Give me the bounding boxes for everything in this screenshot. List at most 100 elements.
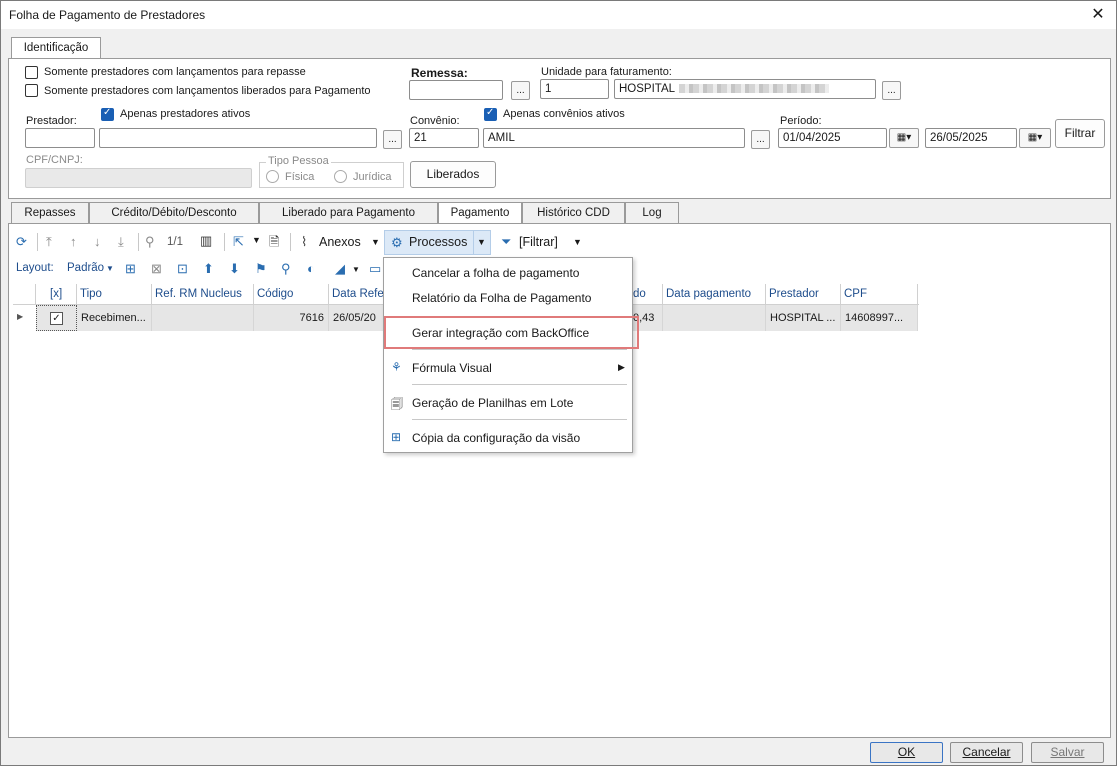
filtrar-button[interactable]: Filtrar bbox=[1055, 119, 1105, 148]
last-record-icon[interactable]: ⤓ bbox=[118, 234, 124, 250]
convenio-code-input[interactable]: 21 bbox=[409, 128, 479, 148]
liberados-button[interactable]: Liberados bbox=[410, 161, 496, 188]
close-icon[interactable]: ✕ bbox=[1088, 5, 1108, 25]
periodo-label: Período: bbox=[780, 115, 822, 127]
delete-layout-icon[interactable]: ⊠ bbox=[151, 261, 162, 277]
prestador-code-input[interactable] bbox=[25, 128, 95, 148]
periodo-fim-input[interactable]: 26/05/2025 bbox=[925, 128, 1017, 148]
previous-record-icon[interactable]: ↑ bbox=[70, 234, 77, 250]
tab-log[interactable]: Log bbox=[625, 202, 679, 224]
radio-fisica[interactable] bbox=[266, 170, 279, 183]
table-row-data-pagamento[interactable] bbox=[663, 305, 766, 331]
menu-item-copia-configuracao[interactable]: Cópia da configuração da visão bbox=[412, 431, 580, 445]
add-layout-icon[interactable]: ⊞ bbox=[125, 261, 136, 277]
grid-header-select[interactable]: [x] bbox=[36, 284, 77, 305]
calendar-icon[interactable]: ▦▾ bbox=[1019, 128, 1051, 148]
panel-icon[interactable]: ▭ bbox=[369, 261, 381, 277]
grid-header-data-ref[interactable]: Data Refer bbox=[329, 284, 384, 305]
search-icon[interactable]: ⚲ bbox=[145, 234, 155, 250]
calendar-icon[interactable]: ▦▾ bbox=[889, 128, 919, 148]
pin-icon[interactable]: ⚲ bbox=[281, 261, 291, 277]
cpf-input[interactable] bbox=[25, 168, 252, 188]
refresh-icon[interactable]: ⟳ bbox=[16, 234, 27, 250]
apenas-prestadores-label: Apenas prestadores ativos bbox=[120, 108, 251, 120]
remessa-label: Remessa: bbox=[411, 66, 468, 80]
tab-repasses[interactable]: Repasses bbox=[11, 202, 89, 224]
copy-config-icon: ⊞ bbox=[391, 430, 402, 444]
chevron-down-icon[interactable]: ▼ bbox=[477, 237, 486, 247]
menu-item-formula-visual[interactable]: Fórmula Visual bbox=[412, 361, 492, 375]
columns-icon[interactable]: ▥ bbox=[200, 233, 212, 249]
paint-icon[interactable]: ⚑ bbox=[255, 261, 267, 277]
convenio-label: Convênio: bbox=[410, 115, 460, 127]
table-row-prestador[interactable]: HOSPITAL ... bbox=[766, 305, 841, 331]
fisica-label: Física bbox=[285, 171, 315, 183]
chk-liberados[interactable] bbox=[25, 84, 38, 97]
grid-header-prestador[interactable]: Prestador bbox=[766, 284, 841, 305]
menu-item-relatorio-folha[interactable]: Relatório da Folha de Pagamento bbox=[412, 291, 591, 305]
processos-menu: Cancelar a folha de pagamento Relatório … bbox=[383, 257, 633, 453]
table-row-tipo[interactable]: Recebimen... bbox=[77, 305, 152, 331]
tab-identificacao[interactable]: Identificação bbox=[11, 37, 101, 59]
table-row-codigo[interactable]: 7616 bbox=[254, 305, 329, 331]
export-layout-icon[interactable]: ⬇ bbox=[229, 261, 240, 277]
unidade-lookup-button[interactable]: ... bbox=[882, 81, 901, 100]
tab-liberado-pagamento[interactable]: Liberado para Pagamento bbox=[259, 202, 438, 224]
ok-button[interactable]: OK bbox=[870, 742, 943, 763]
table-row-select-cell[interactable]: ✓ bbox=[36, 305, 77, 331]
shapes-icon[interactable]: ◐ bbox=[307, 261, 315, 277]
grid-header-data-pagamento[interactable]: Data pagamento bbox=[663, 284, 766, 305]
menu-item-cancelar-folha[interactable]: Cancelar a folha de pagamento bbox=[412, 266, 579, 280]
grid-indicator-header bbox=[13, 284, 36, 305]
row-checkbox[interactable]: ✓ bbox=[50, 312, 63, 325]
convenio-name-input[interactable]: AMIL bbox=[483, 128, 745, 148]
remessa-input[interactable] bbox=[409, 80, 503, 100]
grid-header-codigo[interactable]: Código bbox=[254, 284, 329, 305]
table-row-data-ref[interactable]: 26/05/20 bbox=[329, 305, 384, 331]
cancel-button-label: Cancelar bbox=[962, 745, 1011, 759]
grid-header-tipo[interactable]: Tipo bbox=[77, 284, 152, 305]
grid-header-ref[interactable]: Ref. RM Nucleus bbox=[152, 284, 254, 305]
first-record-icon[interactable]: ⤒ bbox=[46, 234, 52, 250]
export-icon[interactable]: ⇱ bbox=[233, 234, 244, 250]
chevron-down-icon[interactable]: ▼ bbox=[252, 235, 261, 245]
import-layout-icon[interactable]: ⬆ bbox=[203, 261, 214, 277]
chk-repasse[interactable] bbox=[25, 66, 38, 79]
table-row-cpf[interactable]: 14608997... bbox=[841, 305, 918, 331]
anexos-button[interactable]: Anexos bbox=[319, 235, 361, 249]
paperclip-icon: ⌇ bbox=[301, 234, 308, 249]
unidade-code-input[interactable]: 1 bbox=[540, 79, 609, 99]
cancel-button[interactable]: Cancelar bbox=[950, 742, 1023, 763]
unidade-name-input[interactable]: HOSPITAL bbox=[614, 79, 876, 99]
save-layout-icon[interactable]: ⊡ bbox=[177, 261, 188, 277]
grid-header-cpf[interactable]: CPF bbox=[841, 284, 918, 305]
table-row-ref[interactable] bbox=[152, 305, 254, 331]
tab-pagamento[interactable]: Pagamento bbox=[438, 202, 522, 225]
convenio-lookup-button[interactable]: ... bbox=[751, 130, 770, 149]
tab-credito-debito[interactable]: Crédito/Débito/Desconto bbox=[89, 202, 259, 224]
grid-header-valor[interactable]: do bbox=[633, 284, 663, 305]
filtrar-toolbar-button[interactable]: [Filtrar] bbox=[519, 235, 558, 249]
document-icon[interactable]: 🗎 bbox=[269, 234, 279, 250]
submenu-arrow-icon: ▶ bbox=[618, 362, 625, 372]
prestador-name-input[interactable] bbox=[99, 128, 377, 148]
chevron-down-icon[interactable]: ▼ bbox=[573, 237, 582, 247]
layout-select[interactable]: Padrão bbox=[67, 262, 104, 274]
chevron-down-icon[interactable]: ▼ bbox=[352, 265, 360, 274]
prestador-lookup-button[interactable]: ... bbox=[383, 130, 402, 149]
menu-item-geracao-planilhas[interactable]: Geração de Planilhas em Lote bbox=[412, 396, 573, 410]
unidade-name-value: HOSPITAL bbox=[619, 83, 676, 95]
chart-icon[interactable]: ◢ bbox=[335, 261, 345, 277]
window-title: Folha de Pagamento de Prestadores bbox=[9, 8, 206, 22]
next-record-icon[interactable]: ↓ bbox=[94, 234, 101, 250]
chk-apenas-convenios[interactable] bbox=[484, 107, 497, 121]
save-button[interactable]: Salvar bbox=[1031, 742, 1104, 763]
chevron-down-icon[interactable]: ▼ bbox=[371, 237, 380, 247]
chk-apenas-prestadores[interactable] bbox=[101, 107, 114, 121]
chevron-down-icon[interactable]: ▼ bbox=[106, 264, 114, 273]
formula-visual-icon: ⚘ bbox=[391, 360, 402, 374]
remessa-lookup-button[interactable]: ... bbox=[511, 81, 530, 100]
radio-juridica[interactable] bbox=[334, 170, 347, 183]
tab-historico-cdd[interactable]: Histórico CDD bbox=[522, 202, 625, 224]
periodo-inicio-input[interactable]: 01/04/2025 bbox=[778, 128, 887, 148]
